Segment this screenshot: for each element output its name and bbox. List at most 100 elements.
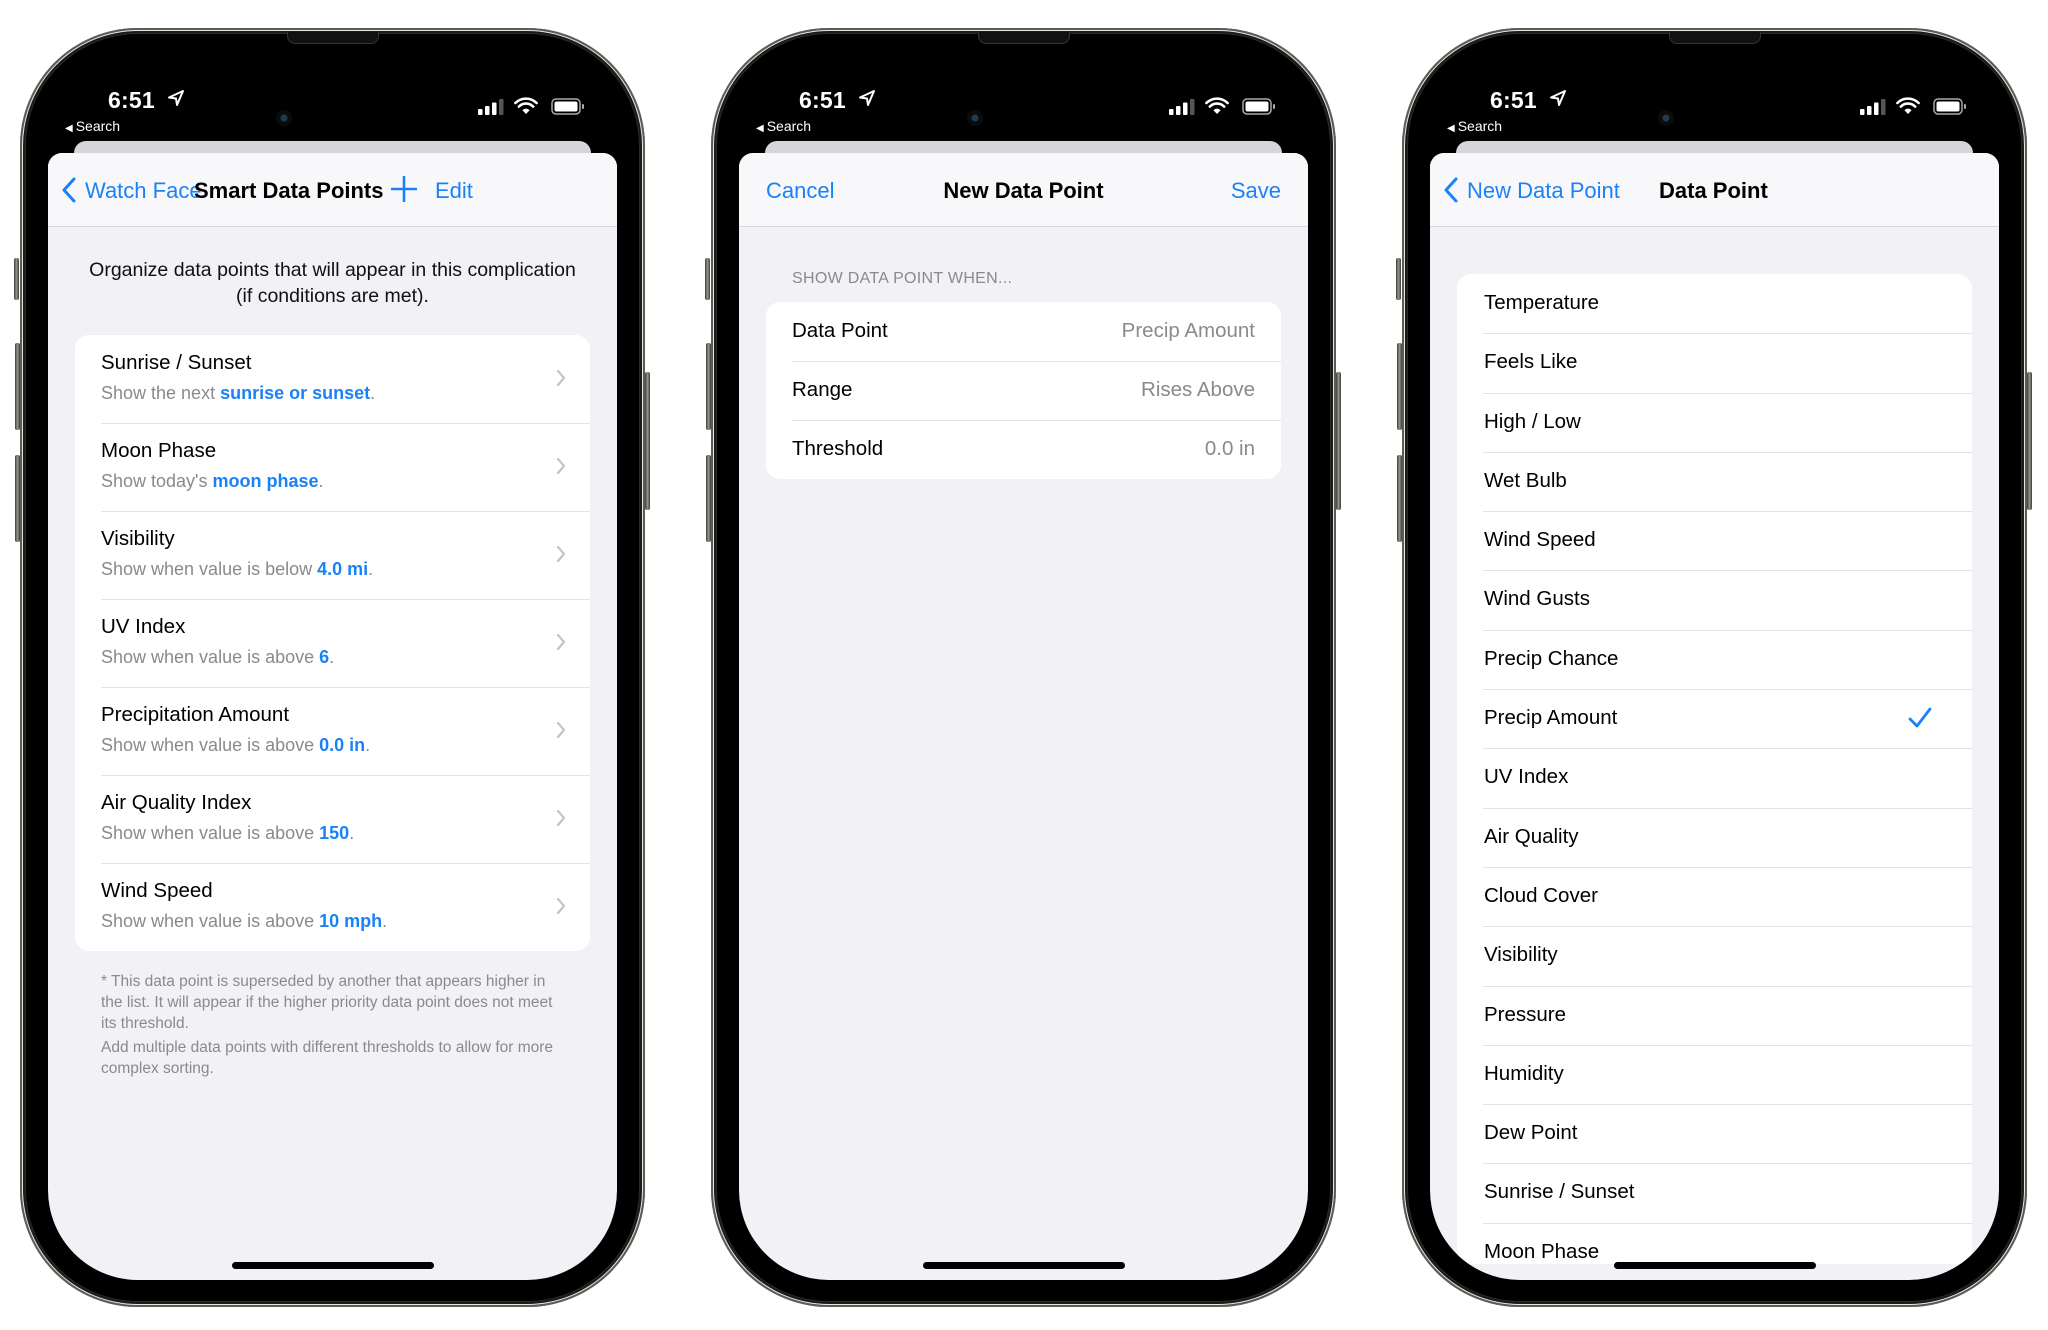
phone-data-point-picker: 6:51 ◀ Search New Data Point Data Point T…	[1396, 28, 2032, 1307]
condition-value: 150	[319, 823, 350, 843]
data-point-option[interactable]: Precip Amount	[1457, 689, 1972, 748]
condition-value: 6	[319, 647, 330, 667]
data-point-option[interactable]: Wind Speed	[1457, 511, 1972, 570]
form-row-data-point[interactable]: Data Point Precip Amount	[766, 302, 1281, 361]
field-value[interactable]: 0.0 in	[1205, 437, 1255, 461]
condition-prefix: Show the next	[101, 383, 221, 403]
option-label: Dew Point	[1484, 1121, 1578, 1145]
data-point-option[interactable]: Sunrise / Sunset	[1457, 1163, 1972, 1222]
cellular-signal-icon	[478, 99, 504, 115]
field-value[interactable]: Rises Above	[1141, 378, 1255, 402]
chevron-left-icon[interactable]	[61, 177, 77, 203]
speaker-grille	[977, 32, 1070, 44]
data-point-option[interactable]: High / Low	[1457, 392, 1972, 452]
field-label: Threshold	[792, 437, 884, 460]
save-button[interactable]: Save	[1231, 178, 1281, 204]
home-indicator[interactable]	[922, 1262, 1125, 1269]
back-to-app-link[interactable]: ◀ Search	[756, 118, 811, 134]
condition-value: 4.0 mi	[317, 559, 369, 579]
option-label: Feels Like	[1484, 350, 1578, 374]
data-point-row[interactable]: Precipitation Amount Show when value is a…	[75, 687, 590, 775]
back-button-new-data-point[interactable]: New Data Point	[1467, 178, 1620, 204]
back-to-app-link[interactable]: ◀ Search	[1447, 118, 1502, 134]
form-row-range[interactable]: Range Rises Above	[766, 361, 1281, 420]
data-point-option[interactable]: Feels Like	[1457, 333, 1972, 392]
status-time: 6:51	[108, 87, 155, 113]
data-point-condition: Show today's moon phase.	[101, 471, 324, 492]
back-to-app-label: Search	[75, 118, 121, 134]
data-point-row[interactable]: Visibility Show when value is below 4.0 m…	[75, 511, 590, 599]
data-point-option[interactable]: Wet Bulb	[1457, 451, 1972, 511]
volume-up-button	[15, 343, 20, 430]
wifi-icon	[514, 97, 538, 114]
data-point-option[interactable]: Air Quality	[1457, 807, 1972, 867]
chevron-right-icon	[556, 369, 566, 387]
option-label: Humidity	[1484, 1061, 1564, 1085]
data-point-option[interactable]: UV Index	[1457, 748, 1972, 807]
data-point-option[interactable]: Cloud Cover	[1457, 866, 1972, 926]
option-label: Precip Chance	[1484, 646, 1619, 670]
wifi-icon	[1205, 97, 1229, 114]
status-bar: 6:51 ◀ Search	[48, 55, 617, 135]
condition-prefix: Show when value is above	[101, 647, 320, 667]
home-indicator[interactable]	[1613, 1262, 1816, 1269]
home-indicator[interactable]	[231, 1262, 434, 1269]
chevron-right-icon	[556, 457, 566, 475]
status-bar: 6:51 ◀ Search	[739, 55, 1308, 135]
side-button	[1336, 372, 1341, 510]
data-point-option[interactable]: Visibility	[1457, 926, 1972, 985]
status-time: 6:51	[1490, 87, 1537, 113]
option-label: Wet Bulb	[1484, 468, 1567, 492]
location-arrow-icon	[168, 90, 184, 106]
option-label: Moon Phase	[1484, 1239, 1600, 1263]
back-to-app-label: Search	[1457, 118, 1503, 134]
data-point-row[interactable]: Air Quality Index Show when value is abov…	[75, 775, 590, 863]
data-point-condition: Show the next sunrise or sunset.	[101, 383, 375, 404]
form-row-threshold[interactable]: Threshold 0.0 in	[766, 420, 1281, 479]
mute-switch	[1396, 258, 1401, 300]
thresholds-footnote: Add multiple data points with different …	[101, 1039, 554, 1077]
data-point-row[interactable]: Wind Speed Show when value is above 10 mp…	[75, 863, 590, 951]
back-triangle-icon: ◀	[756, 123, 764, 134]
condition-suffix: .	[349, 823, 355, 843]
plus-icon[interactable]	[391, 176, 417, 202]
checkmark-icon	[1908, 707, 1932, 728]
volume-down-button	[706, 455, 711, 542]
navigation-bar: Cancel New Data Point Save	[739, 153, 1308, 227]
data-point-row[interactable]: Sunrise / Sunset Show the next sunrise or…	[75, 335, 590, 423]
option-label: Visibility	[1484, 943, 1558, 967]
side-button	[2027, 372, 2032, 510]
data-point-option[interactable]: Precip Chance	[1457, 629, 1972, 689]
data-point-condition: Show when value is above 150.	[101, 823, 354, 844]
cellular-signal-icon	[1169, 99, 1195, 115]
condition-value: 0.0 in	[319, 735, 366, 755]
data-point-option[interactable]: Wind Gusts	[1457, 570, 1972, 629]
option-label: High / Low	[1484, 409, 1581, 433]
option-label: Temperature	[1484, 291, 1600, 314]
data-point-option[interactable]: Pressure	[1457, 985, 1972, 1045]
phone-new-data-point: 6:51 ◀ Search Cancel New Data Point Save …	[705, 28, 1341, 1307]
data-point-option[interactable]: Moon Phase	[1457, 1222, 1972, 1264]
condition-suffix: .	[329, 647, 335, 667]
navigation-bar: Watch Face Smart Data Points Edit	[48, 153, 617, 227]
data-point-option[interactable]: Dew Point	[1457, 1104, 1972, 1163]
data-point-row[interactable]: Moon Phase Show today's moon phase.	[75, 423, 590, 511]
chevron-left-icon[interactable]	[1443, 177, 1459, 203]
chevron-right-icon	[556, 721, 566, 739]
data-point-option[interactable]: Humidity	[1457, 1044, 1972, 1104]
data-point-title: Sunrise / Sunset	[101, 351, 252, 374]
option-label: Cloud Cover	[1484, 883, 1598, 907]
battery-icon	[1933, 98, 1966, 115]
back-button-watch-face[interactable]: Watch Face	[85, 178, 202, 204]
data-point-option[interactable]: Temperature	[1457, 274, 1972, 333]
back-to-app-link[interactable]: ◀ Search	[65, 118, 120, 134]
data-point-title: Moon Phase	[101, 439, 217, 462]
speaker-grille	[1668, 32, 1761, 44]
field-value[interactable]: Precip Amount	[1122, 319, 1255, 343]
data-point-row[interactable]: UV Index Show when value is above 6.	[75, 599, 590, 687]
status-time: 6:51	[799, 87, 846, 113]
data-point-title: Visibility	[101, 527, 175, 550]
condition-prefix: Show when value is above	[101, 911, 320, 931]
edit-button[interactable]: Edit	[435, 178, 473, 204]
condition-value: 10 mph	[319, 911, 383, 931]
